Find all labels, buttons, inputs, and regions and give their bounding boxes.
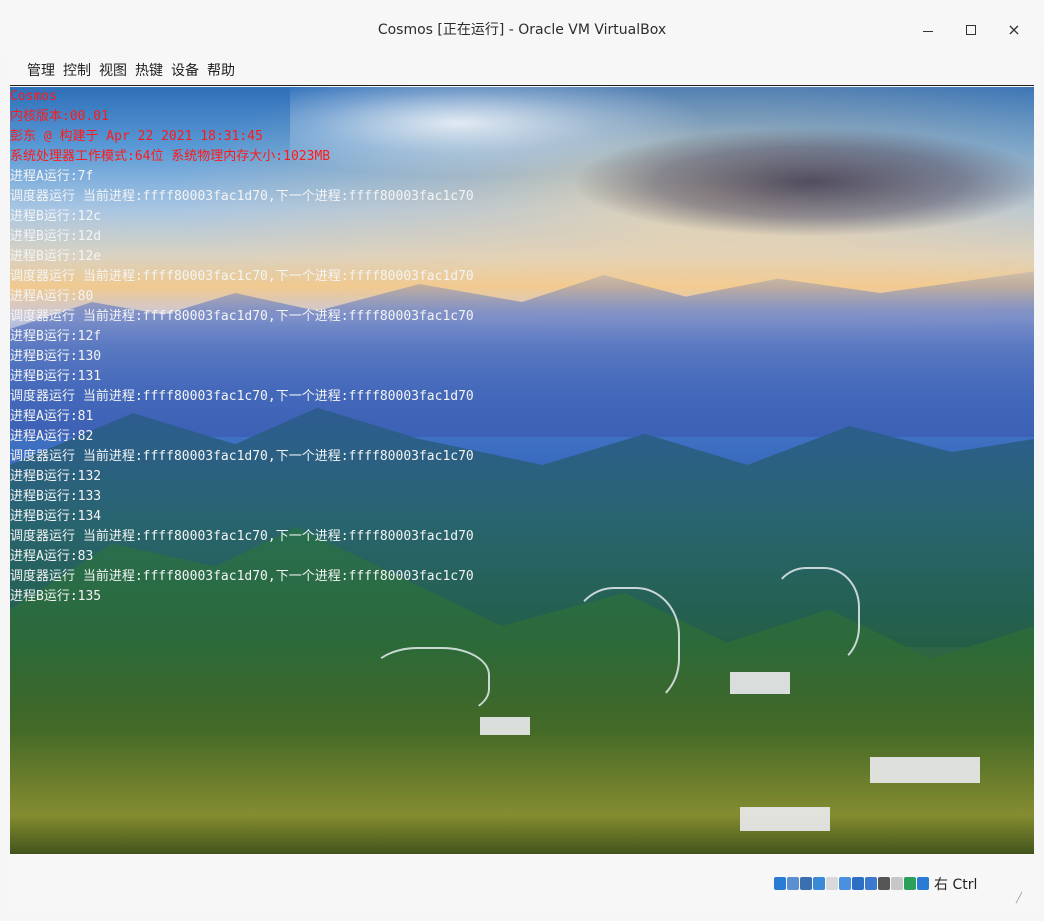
console-line: 内核版本:00.01 (10, 109, 109, 124)
title-bar[interactable]: Cosmos [正在运行] - Oracle VM VirtualBox × (0, 0, 1044, 50)
console-line: 调度器运行 当前进程:ffff80003fac1c70,下一个进程:ffff80… (10, 389, 474, 404)
console-line: 调度器运行 当前进程:ffff80003fac1c70,下一个进程:ffff80… (10, 269, 474, 284)
console-line: 系统处理器工作模式:64位 系统物理内存大小:1023MB (10, 149, 331, 164)
console-line: 调度器运行 当前进程:ffff80003fac1d70,下一个进程:ffff80… (10, 449, 474, 464)
village (730, 672, 790, 694)
network-icon[interactable] (813, 876, 825, 890)
console-line: 进程B运行:12c (10, 209, 102, 224)
console-line: Cosmos (10, 89, 57, 104)
console-line: 调度器运行 当前进程:ffff80003fac1d70,下一个进程:ffff80… (10, 569, 474, 584)
menu-control[interactable]: 控制 (63, 60, 91, 80)
menu-devices[interactable]: 设备 (171, 60, 199, 80)
audio-icon[interactable] (800, 876, 812, 890)
console-line: 调度器运行 当前进程:ffff80003fac1d70,下一个进程:ffff80… (10, 309, 474, 324)
console-line: 进程B运行:12f (10, 329, 102, 344)
display-icon[interactable] (852, 876, 864, 890)
status-icons (774, 875, 929, 891)
cpu-icon[interactable] (904, 876, 916, 890)
resize-grip-icon[interactable]: ╱ (1016, 893, 1028, 905)
village (870, 757, 980, 783)
usb-icon[interactable] (826, 876, 838, 890)
optical-drive-icon[interactable] (787, 876, 799, 890)
console-line: 进程A运行:82 (10, 429, 94, 444)
menu-hotkeys[interactable]: 热键 (135, 60, 163, 80)
console-line: 调度器运行 当前进程:ffff80003fac1c70,下一个进程:ffff80… (10, 529, 474, 544)
host-key-label: 右 Ctrl (934, 877, 978, 893)
maximize-button[interactable] (957, 16, 985, 44)
console-line: 进程A运行:80 (10, 289, 94, 304)
virtualbox-window: Cosmos [正在运行] - Oracle VM VirtualBox × 管… (0, 0, 1044, 921)
window-title: Cosmos [正在运行] - Oracle VM VirtualBox (377, 22, 667, 38)
vm-display[interactable]: Cosmos 内核版本:00.01 彭东 @ 构建于 Apr 22 2021 18:… (10, 87, 1034, 854)
menu-machine[interactable]: 管理 (27, 60, 55, 80)
console-line: 进程A运行:7f (10, 169, 94, 184)
menu-bar: 管理 控制 视图 热键 设备 帮助 (10, 50, 1034, 86)
guest-additions-icon[interactable] (891, 876, 903, 890)
console-output: Cosmos 内核版本:00.01 彭东 @ 构建于 Apr 22 2021 18:… (10, 87, 1034, 607)
mouse-integration-icon[interactable] (878, 876, 890, 890)
console-line: 进程B运行:130 (10, 349, 102, 364)
console-line: 进程B运行:12e (10, 249, 102, 264)
console-line: 进程A运行:83 (10, 549, 94, 564)
console-line: 进程B运行:131 (10, 369, 102, 384)
village (480, 717, 530, 735)
console-line: 调度器运行 当前进程:ffff80003fac1d70,下一个进程:ffff80… (10, 189, 474, 204)
menu-help[interactable]: 帮助 (207, 60, 235, 80)
console-line: 进程B运行:133 (10, 489, 102, 504)
village (740, 807, 830, 831)
console-line: 进程B运行:132 (10, 469, 102, 484)
console-line: 进程B运行:12d (10, 229, 102, 244)
close-button[interactable]: × (1000, 16, 1028, 44)
console-line: 进程B运行:134 (10, 509, 102, 524)
winding-road (370, 647, 490, 717)
shared-folders-icon[interactable] (839, 876, 851, 890)
maximize-icon (966, 25, 976, 35)
close-icon: × (1007, 20, 1021, 39)
hard-disk-icon[interactable] (774, 876, 786, 890)
video-capture-icon[interactable] (865, 876, 877, 890)
console-line: 彭东 @ 构建于 Apr 22 2021 18:31:45 (10, 129, 263, 144)
minimize-icon (923, 30, 933, 32)
status-bar: 右 Ctrl ╱ (10, 855, 1034, 911)
menu-view[interactable]: 视图 (99, 60, 127, 80)
minimize-button[interactable] (914, 16, 942, 44)
console-line: 进程A运行:81 (10, 409, 94, 424)
foreground-vegetation (10, 647, 1034, 854)
console-line: 进程B运行:135 (10, 589, 102, 604)
keyboard-capture-icon[interactable] (917, 876, 929, 890)
